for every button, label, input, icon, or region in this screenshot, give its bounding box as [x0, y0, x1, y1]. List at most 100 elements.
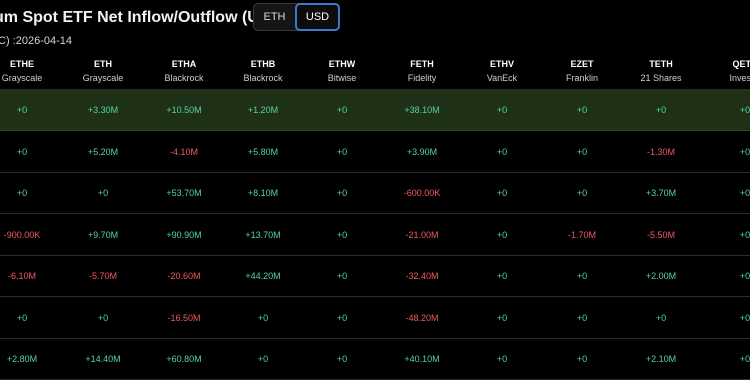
column-header-teth: TETH 21 Shares [640, 58, 681, 88]
column-ticker: ETHV [489, 59, 515, 69]
flow-value-cell: +0 [739, 312, 750, 323]
flow-value-cell: +0 [336, 312, 348, 323]
flow-value-cell: +0 [496, 312, 508, 323]
table-row: +0 +0 +53.70M +8.10M +0 -600.00K +0 +0 +3.70M +0 [0, 173, 750, 214]
flow-value-cell: +0 [576, 146, 588, 157]
flow-value-cell: -20.60M [167, 271, 201, 281]
flow-value-cell: +13.70M [245, 229, 281, 240]
column-issuer: Invesco [729, 73, 750, 83]
column-issuer: Bitwise [327, 73, 357, 83]
flow-value-cell: +0 [336, 229, 348, 240]
flow-value-cell: +0 [739, 229, 750, 240]
flow-value-cell: +0 [576, 188, 588, 198]
flow-value-cell: +0 [655, 312, 667, 323]
column-ticker: TETH [649, 59, 673, 69]
column-header-ethv: ETHV VanEck [487, 58, 517, 88]
flow-value-cell: +0 [496, 271, 508, 281]
table-row: +0 +0 -16.50M +0 +0 -48.20M +0 +0 +0 +0 [0, 298, 750, 339]
currency-toggle[interactable]: ETH USD [253, 3, 340, 31]
table-row: +0 +5.20M -4.10M +5.80M +0 +3.90M +0 +0 -1.30M +0 [0, 132, 750, 173]
flow-value-cell: +3.90M [406, 146, 438, 157]
flow-value-cell: +5.20M [87, 146, 119, 157]
flow-value-cell: +0 [336, 271, 348, 281]
flow-value-cell: +0 [739, 354, 750, 364]
column-ticker: ETHB [250, 59, 276, 69]
page-title: um Spot ETF Net Inflow/Outflow (USD) [0, 9, 287, 26]
column-header-ethe: ETHE Grayscale [2, 58, 43, 88]
column-header-qeth: QETH Invesco [729, 58, 750, 88]
table-row: -900.00K +9.70M +90.90M +13.70M +0 -21.00M +0 -… [0, 215, 750, 256]
toggle-usd-button[interactable]: USD [295, 3, 340, 31]
column-ticker: EZET [570, 59, 594, 69]
flow-value-cell: -600.00K [403, 188, 441, 198]
column-ticker: ETHA [171, 59, 197, 69]
flow-value-cell: +0 [16, 105, 28, 115]
column-header-ethw: ETHW Bitwise [328, 58, 357, 88]
flow-value-cell: +3.30M [87, 105, 119, 115]
column-issuer: VanEck [486, 73, 518, 83]
column-issuer: Blackrock [164, 73, 204, 83]
flow-value-cell: +0 [655, 105, 667, 115]
flow-value-cell: +0 [257, 312, 269, 323]
flow-value-cell: +14.40M [85, 354, 121, 364]
flow-value-cell: -1.70M [567, 229, 597, 240]
flow-value-cell: +0 [16, 312, 28, 323]
flow-value-cell: +0 [496, 354, 508, 364]
flow-value-cell: +3.70M [645, 188, 677, 198]
column-ticker: ETHW [328, 59, 356, 69]
column-ticker: ETHE [9, 59, 35, 69]
flow-value-cell: +53.70M [166, 188, 202, 198]
flow-value-cell: +2.80M [6, 354, 38, 364]
flow-value-cell: +0 [336, 354, 348, 364]
flow-value-cell: -5.50M [646, 229, 676, 240]
flow-value-cell: +10.50M [166, 105, 202, 115]
flow-value-cell: +0 [576, 105, 588, 115]
flow-value-cell: +0 [336, 105, 348, 115]
flow-value-cell: -16.50M [167, 312, 201, 323]
column-header-ethb: ETHB Blackrock [243, 58, 282, 88]
flow-value-cell: +0 [576, 271, 588, 281]
column-issuer: Fidelity [407, 73, 437, 83]
flow-value-cell: +2.00M [645, 271, 677, 281]
flow-value-cell: +0 [336, 188, 348, 198]
table-row: +2.80M +14.40M +60.80M +0 +0 +40.10M +0 +0 +2.10… [0, 339, 750, 380]
flow-value-cell: +90.90M [166, 229, 202, 240]
column-header-feth: FETH Fidelity [408, 58, 437, 88]
column-ticker: FETH [410, 59, 434, 69]
flow-value-cell: +0 [496, 146, 508, 157]
column-header-etha: ETHA Blackrock [164, 58, 203, 88]
flow-value-cell: -21.00M [405, 229, 439, 240]
flow-value-cell: +0 [739, 271, 750, 281]
flow-value-cell: -32.40M [405, 271, 439, 281]
flow-value-cell: +44.20M [245, 271, 281, 281]
flow-value-cell: +0 [97, 312, 109, 323]
flow-value-cell: +0 [496, 229, 508, 240]
flow-value-cell: +8.10M [247, 188, 279, 198]
column-issuer: Blackrock [243, 73, 283, 83]
column-header-eth: ETH Grayscale [83, 58, 124, 88]
column-header-ezet: EZET Franklin [566, 58, 598, 88]
table-row: +0 +3.30M +10.50M +1.20M +0 +38.10M +0 +0 +0 +0 [0, 90, 750, 131]
flow-value-cell: +0 [576, 354, 588, 364]
flow-value-cell: +0 [336, 146, 348, 157]
flow-value-cell: -6.10M [7, 271, 37, 281]
flow-value-cell: +2.10M [645, 354, 677, 364]
flow-value-cell: +0 [97, 188, 109, 198]
flow-value-cell: +0 [739, 105, 750, 115]
column-issuer: Grayscale [82, 73, 124, 83]
flow-value-cell: +9.70M [87, 229, 119, 240]
flow-value-cell: -1.30M [646, 146, 676, 157]
flow-value-cell: -4.10M [169, 146, 199, 157]
toggle-eth-button[interactable]: ETH [254, 4, 295, 30]
flow-value-cell: +0 [739, 146, 750, 157]
column-issuer: 21 Shares [640, 73, 682, 83]
flow-value-cell: -48.20M [405, 312, 439, 323]
column-ticker: ETH [93, 59, 112, 69]
column-issuer: Grayscale [1, 73, 43, 83]
flow-value-cell: +0 [739, 188, 750, 198]
flow-value-cell: +0 [576, 312, 588, 323]
column-issuer: Franklin [565, 73, 599, 83]
flow-value-cell: +0 [16, 188, 28, 198]
flow-value-cell: +5.80M [247, 146, 279, 157]
flow-value-cell: +1.20M [247, 105, 279, 115]
